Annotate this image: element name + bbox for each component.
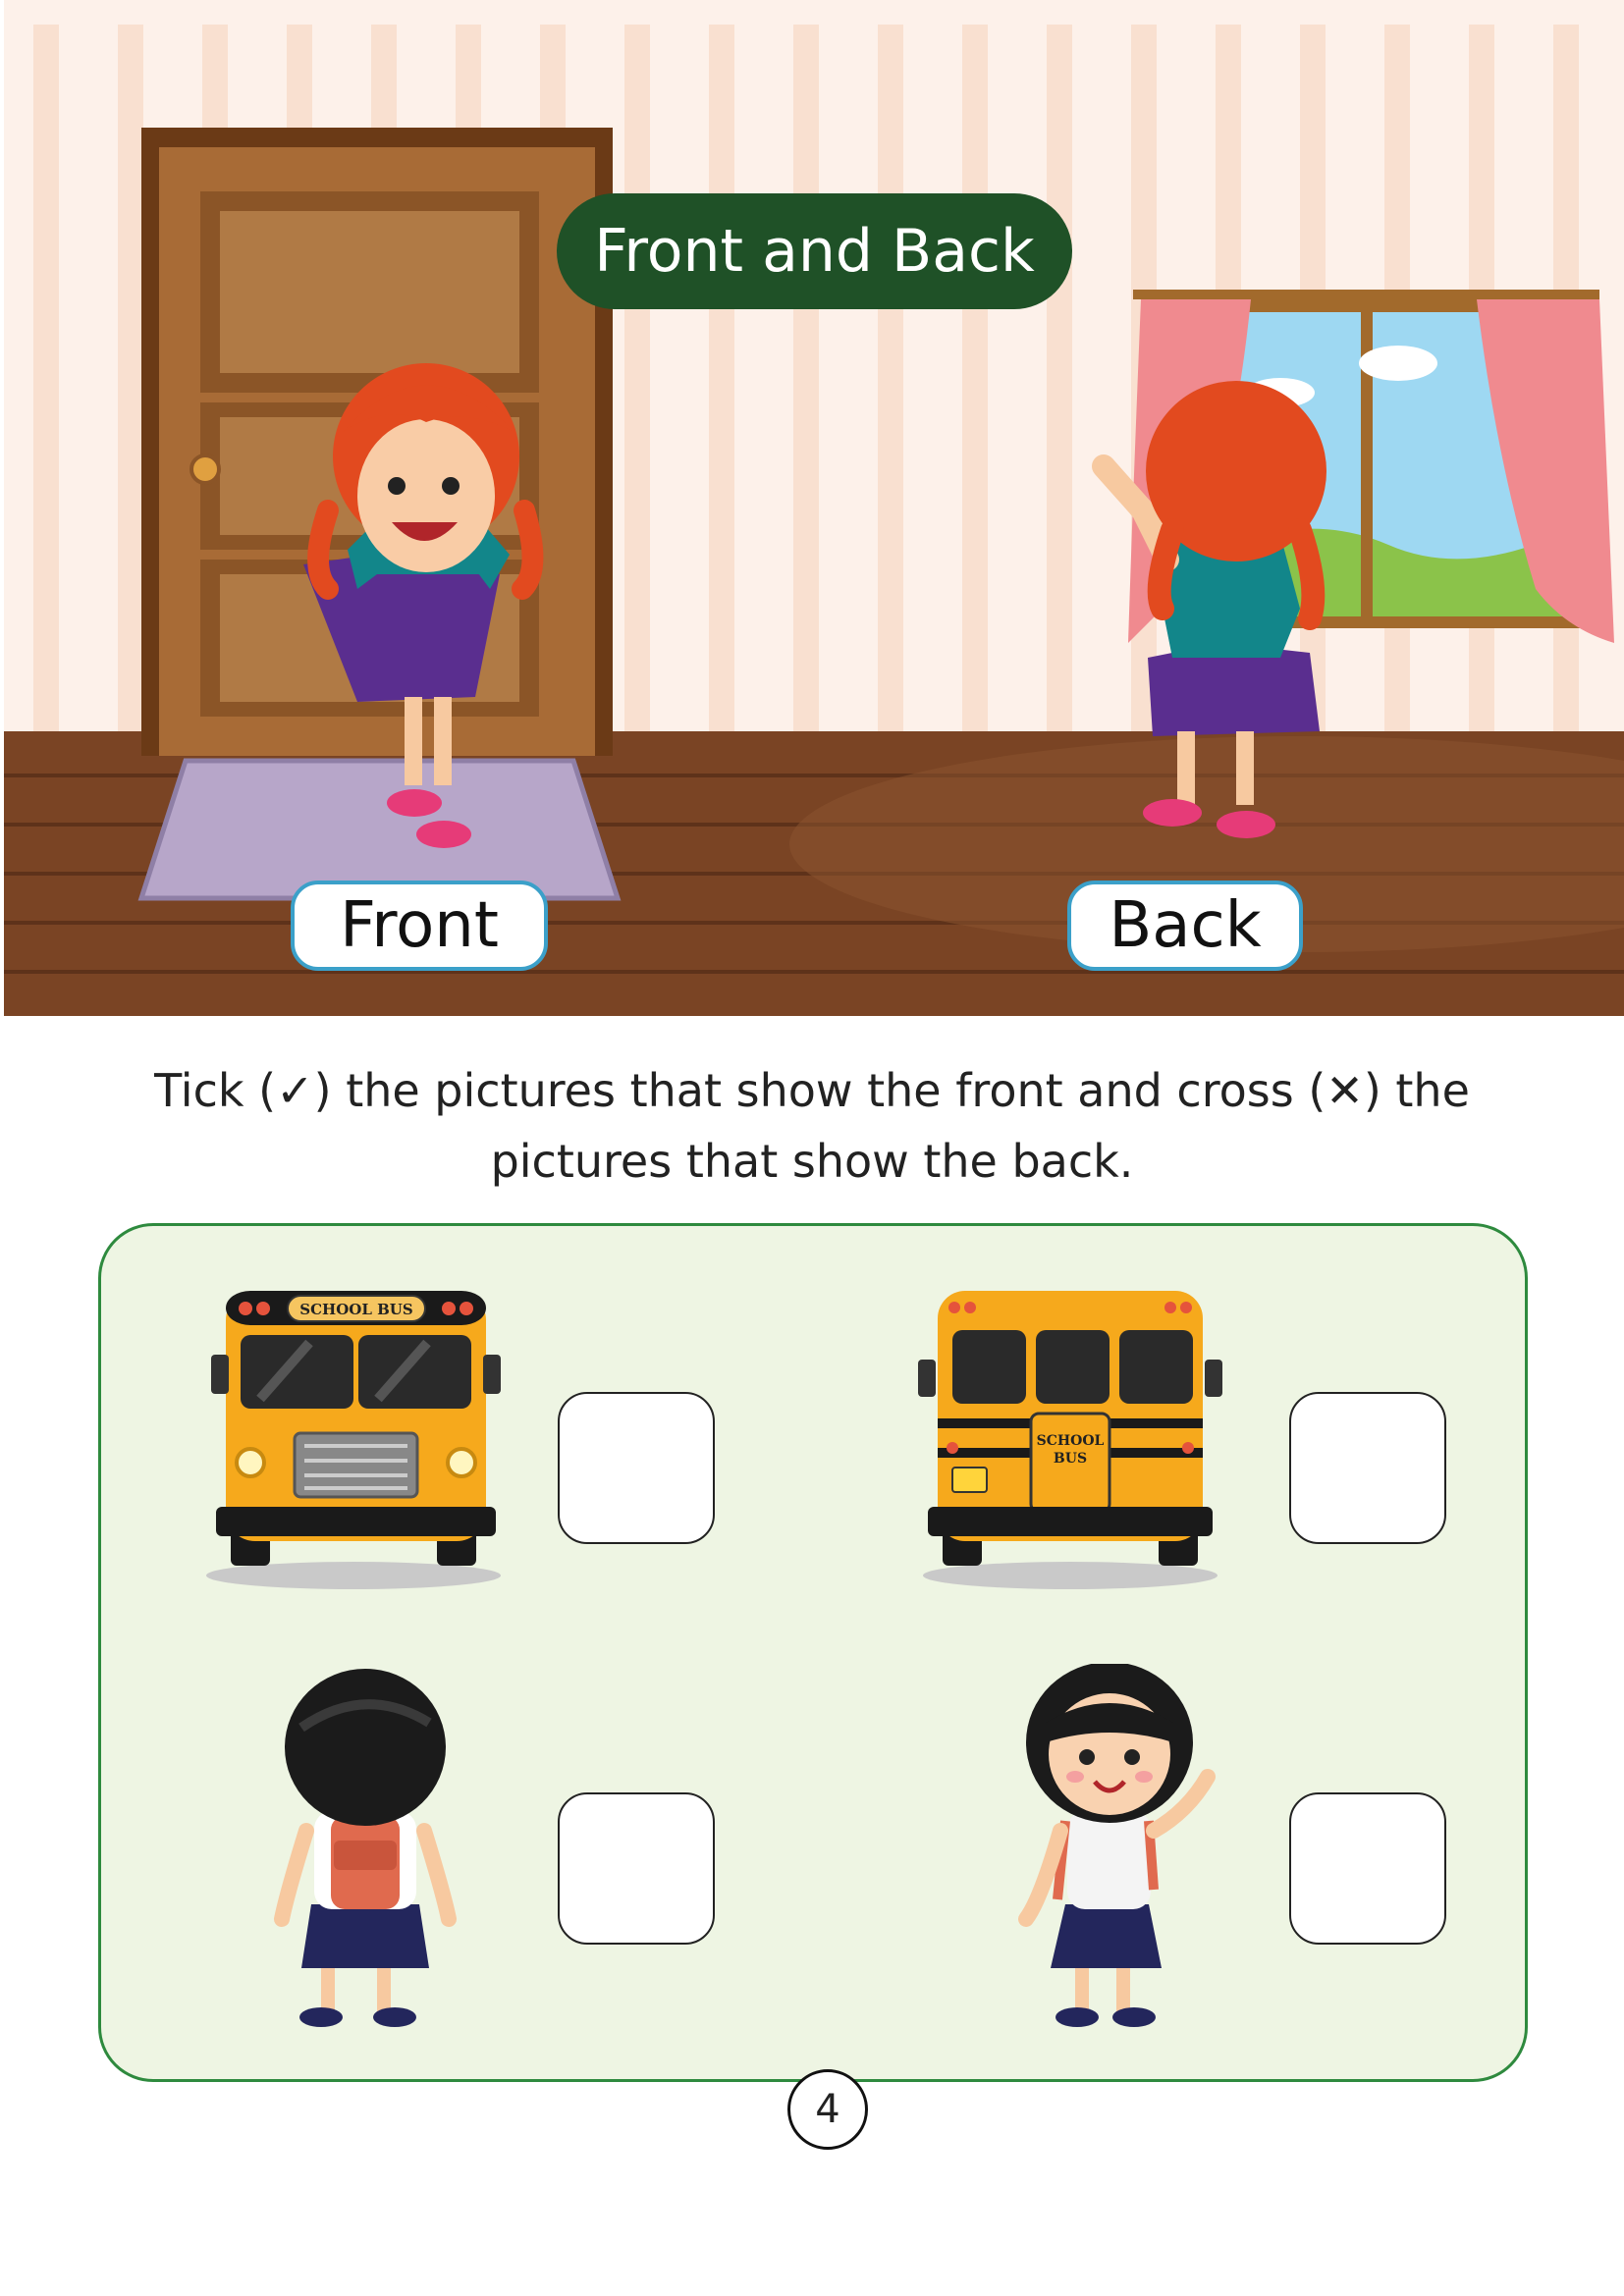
instruction-line-1: Tick (✓) the pictures that show the fron… (154, 1064, 1470, 1117)
girl-front-image (1018, 1664, 1216, 2027)
page-title: Front and Back (557, 193, 1072, 309)
room-background (4, 0, 1624, 1016)
bus-front-sign: SCHOOL BUS (299, 1301, 412, 1318)
school-bus-front-image: SCHOOL BUS (206, 1291, 501, 1589)
back-label: Back (1067, 881, 1303, 971)
answer-box-girl-back[interactable] (558, 1792, 715, 1945)
girl-back-image (274, 1669, 457, 2027)
school-bus-back-image: SCHOOL BUS (918, 1291, 1222, 1589)
answer-box-bus-back[interactable] (1289, 1392, 1446, 1544)
bus-back-sign-line1: SCHOOL (1037, 1433, 1105, 1449)
front-label: Front (291, 881, 548, 971)
instruction-line-2: pictures that show the back. (490, 1135, 1134, 1188)
instruction-text: Tick (✓) the pictures that show the fron… (98, 1055, 1526, 1197)
answer-box-bus-front[interactable] (558, 1392, 715, 1544)
answer-box-girl-front[interactable] (1289, 1792, 1446, 1945)
page-number: 4 (787, 2069, 868, 2150)
bus-back-sign-line2: BUS (1054, 1451, 1087, 1467)
scene-illustration: Front and Back Front Back (4, 0, 1624, 1016)
